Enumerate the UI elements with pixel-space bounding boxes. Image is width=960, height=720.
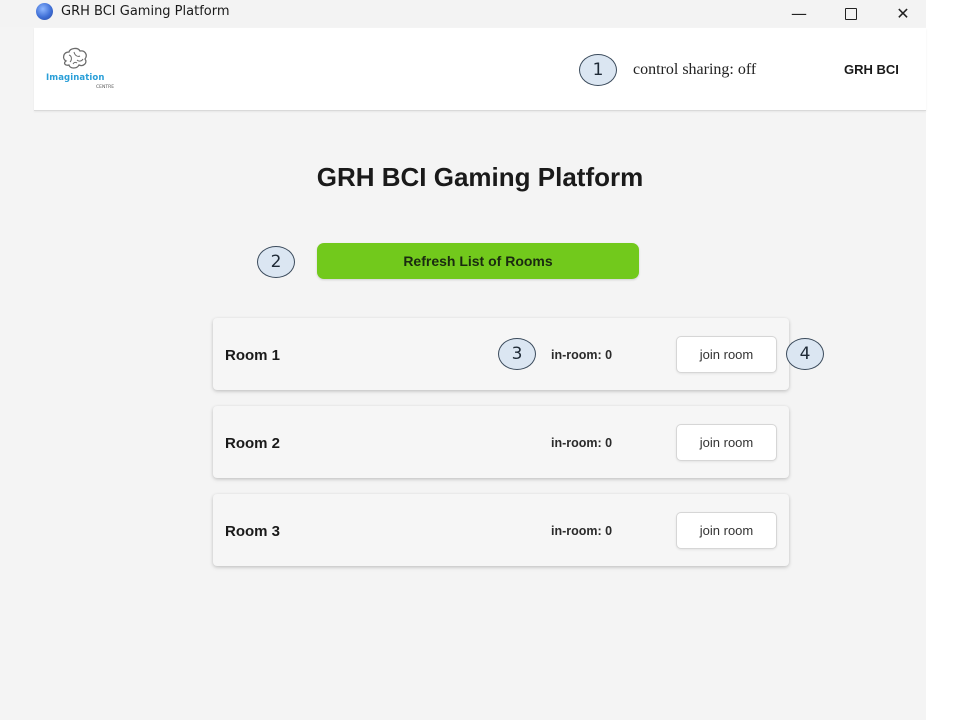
room-name: Room 1 xyxy=(225,347,281,364)
room-name: Room 3 xyxy=(225,523,281,540)
minimize-button[interactable]: — xyxy=(776,0,822,27)
control-sharing-status[interactable]: control sharing: off xyxy=(633,61,756,79)
join-room-button[interactable]: join room xyxy=(676,336,777,373)
page-title: GRH BCI Gaming Platform xyxy=(316,162,644,192)
close-icon: ✕ xyxy=(896,4,910,23)
callout-2: 2 xyxy=(257,246,295,278)
maximize-icon xyxy=(845,7,857,20)
logo-wordmark: Imagination xyxy=(46,73,105,83)
title-bar: GRH BCI Gaming Platform — ✕ xyxy=(0,0,926,27)
room-occupancy: in-room: 0 xyxy=(551,348,613,362)
maximize-button[interactable] xyxy=(828,0,874,27)
close-button[interactable]: ✕ xyxy=(880,0,926,27)
join-room-button[interactable]: join room xyxy=(676,512,777,549)
join-room-button[interactable]: join room xyxy=(676,424,777,461)
logo-subtext: CENTRE xyxy=(96,85,115,90)
room-name: Room 2 xyxy=(225,435,281,452)
app-header: Imagination CENTRE 1 control sharing: of… xyxy=(34,28,926,111)
room-occupancy: in-room: 0 xyxy=(551,524,613,538)
callout-3: 3 xyxy=(498,338,536,370)
room-card: Room 2 in-room: 0 join room xyxy=(213,406,789,478)
brain-icon xyxy=(62,47,87,69)
user-name[interactable]: GRH BCI xyxy=(844,62,899,77)
callout-1: 1 xyxy=(579,54,617,86)
app-window: GRH BCI Gaming Platform — ✕ Imagination … xyxy=(0,0,926,720)
room-card: Room 3 in-room: 0 join room xyxy=(213,494,789,566)
refresh-rooms-button[interactable]: Refresh List of Rooms xyxy=(317,243,639,279)
callout-4: 4 xyxy=(786,338,824,370)
imagination-centre-logo[interactable]: Imagination CENTRE xyxy=(46,45,116,95)
app-icon xyxy=(36,3,53,20)
window-title: GRH BCI Gaming Platform xyxy=(61,4,230,19)
room-occupancy: in-room: 0 xyxy=(551,436,613,450)
minimize-icon: — xyxy=(791,4,807,23)
